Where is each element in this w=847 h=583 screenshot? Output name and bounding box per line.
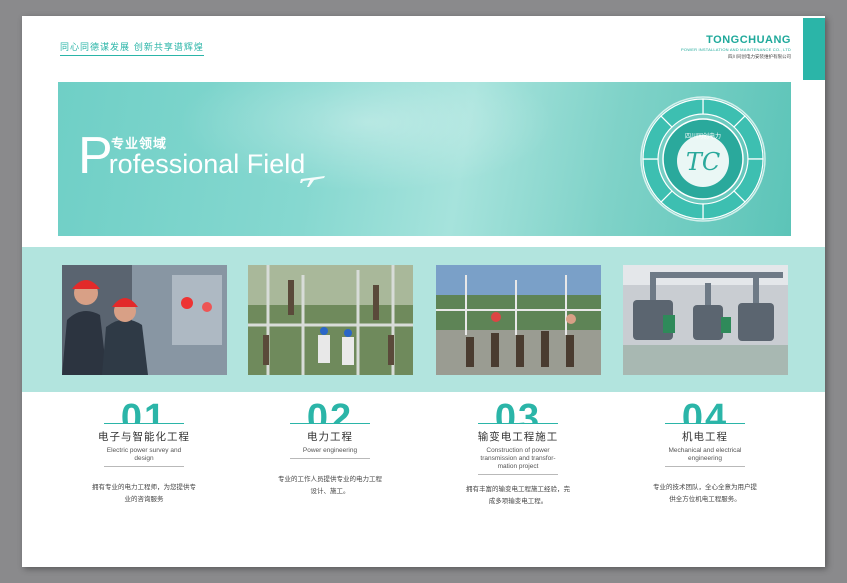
divider	[478, 423, 558, 424]
divider	[104, 423, 184, 424]
field-title: 机电工程	[682, 431, 728, 443]
field-card-2: 02 电力工程 Power engineering 专业的工作人员提供专业的电力…	[255, 399, 405, 497]
field-title: 电力工程	[307, 431, 353, 443]
photo-transmission-site	[436, 265, 601, 375]
field-description: 专业的技术团队，全心全意为用户提供全方位机电工程服务。	[653, 483, 757, 503]
field-card-3: 03 输变电工程施工 Construction of power transmi…	[443, 399, 593, 507]
field-description: 拥有丰富的输变电工程施工经验，完成多项输变电工程。	[466, 485, 570, 505]
field-card-4: 04 机电工程 Mechanical and electrical engine…	[630, 399, 780, 505]
banner: Professional Field 专业领域 四川同创电力 TC	[58, 82, 791, 236]
field-description: 拥有专业的电力工程师，为您提供专业的咨询服务	[92, 483, 196, 503]
field-subtitle-en: Power engineering	[302, 447, 358, 454]
divider	[478, 474, 558, 475]
divider	[104, 466, 184, 467]
field-subtitle-en: Electric power survey and design	[106, 447, 182, 462]
banner-title-rest: rofessional Field	[108, 149, 306, 179]
brochure-page: 同心同德谋发展 创新共享谱辉煌 TONGCHUANG POWER INSTALL…	[22, 16, 825, 567]
field-number: 03	[494, 399, 542, 423]
field-subtitle-en: Mechanical and electrical engineering	[668, 447, 742, 462]
banner-title-initial: P	[78, 127, 113, 185]
photo-machine-room	[623, 265, 788, 375]
field-description: 专业的工作人员提供专业的电力工程设计、施工。	[278, 475, 382, 495]
company-brand: TONGCHUANG POWER INSTALLATION AND MAINTE…	[631, 34, 791, 60]
corner-accent-tab	[803, 18, 825, 80]
field-subtitle-en: Construction of power transmission and t…	[480, 447, 556, 470]
brand-subtitle: POWER INSTALLATION AND MAINTENANCE CO., …	[681, 47, 791, 52]
field-number: 02	[306, 399, 354, 423]
banner-title-cn: 专业领域	[111, 137, 168, 152]
photo-workers-helmets	[62, 265, 227, 375]
field-number: 01	[120, 399, 168, 423]
brand-cn-name: 四川同创电力安装维护有限公司	[728, 55, 791, 60]
field-number: 04	[681, 399, 729, 423]
field-title: 电子与智能化工程	[98, 431, 190, 443]
slogan: 同心同德谋发展 创新共享谱辉煌	[60, 40, 204, 56]
divider	[290, 423, 370, 424]
brand-name: TONGCHUANG	[706, 34, 791, 46]
company-emblem-icon: 四川同创电力 TC	[640, 96, 766, 222]
airplane-icon	[300, 176, 325, 187]
divider	[665, 423, 745, 424]
field-title: 输变电工程施工	[477, 431, 559, 443]
divider	[665, 466, 745, 467]
emblem-monogram: TC	[686, 148, 720, 176]
photo-substation-workers	[248, 265, 413, 375]
emblem-top-text: 四川同创电力	[685, 132, 721, 140]
field-card-1: 01 电子与智能化工程 Electric power survey and de…	[69, 399, 219, 505]
photo-band	[22, 247, 825, 392]
divider	[290, 458, 370, 459]
